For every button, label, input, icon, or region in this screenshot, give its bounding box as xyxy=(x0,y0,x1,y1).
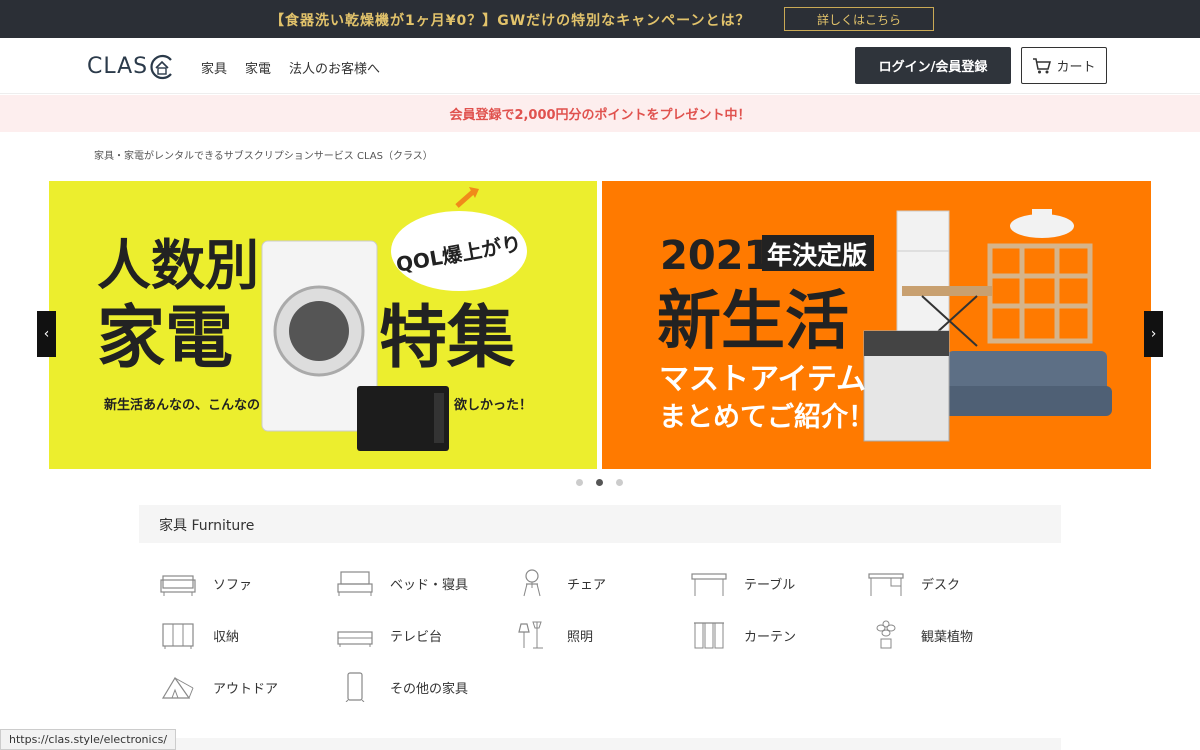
breadcrumb: 家具・家電がレンタルできるサブスクリプションサービス CLAS（クラス） xyxy=(94,151,433,162)
banner-new-life-items[interactable]: 2021 年決定版 新生活 マストアイテム まとめてご紹介！ xyxy=(602,181,1151,469)
carousel-dot-2[interactable] xyxy=(596,479,603,486)
next-section-header xyxy=(139,738,1061,750)
banner-left-sub-left: 新生活あんなの、こんなの xyxy=(104,397,260,413)
tent-icon xyxy=(161,676,194,699)
category-sofa[interactable]: ソファ xyxy=(159,568,252,598)
storage-icon xyxy=(162,623,194,649)
main-nav: 家具 家電 法人のお客様へ xyxy=(201,58,398,77)
category-label: カーテン xyxy=(744,629,797,645)
banner-right-year-suffix: 年決定版 xyxy=(767,241,867,270)
category-label: 照明 xyxy=(567,629,594,645)
nav-business[interactable]: 法人のお客様へ xyxy=(289,58,380,77)
mirror-icon xyxy=(345,672,365,702)
promo-detail-button[interactable]: 詳しくはこちら xyxy=(784,7,934,31)
banner-left-art: QOL爆上がり 人数別 家電 特集 新生活あんなの、こんなの 欲しかった！ xyxy=(97,187,532,451)
category-desk[interactable]: デスク xyxy=(867,568,960,598)
banner-right-year: 2021 xyxy=(660,233,771,279)
category-lighting[interactable]: 照明 xyxy=(513,620,593,650)
category-bed[interactable]: ベッド・寝具 xyxy=(336,568,468,598)
banner-appliances-by-household[interactable]: QOL爆上がり 人数別 家電 特集 新生活あんなの、こんなの 欲しかった！ xyxy=(49,181,597,469)
tv-stand-icon xyxy=(337,631,373,647)
logo-house-icon xyxy=(150,54,172,80)
banner-left-sub-right: 欲しかった！ xyxy=(453,397,532,413)
category-label: その他の家具 xyxy=(390,681,469,697)
category-label: アウトドア xyxy=(213,681,279,697)
banner-left-line1: 人数別 xyxy=(97,234,259,297)
curtain-icon xyxy=(694,622,724,649)
carousel-dot-1[interactable] xyxy=(576,479,583,486)
sofa-icon xyxy=(160,575,196,596)
browser-status-url: https://clas.style/electronics/ xyxy=(0,729,177,750)
category-label: テーブル xyxy=(744,577,796,593)
category-label: ベッド・寝具 xyxy=(390,577,469,593)
logo-text: CLAS xyxy=(87,54,149,79)
cart-label: カート xyxy=(1056,60,1096,75)
desk-icon xyxy=(868,573,904,596)
carousel-prev-button[interactable]: ‹ xyxy=(37,311,56,357)
category-label: デスク xyxy=(921,577,961,593)
lamp-icon xyxy=(518,621,543,649)
banner-right-sub2: まとめてご紹介！ xyxy=(659,401,875,433)
category-table[interactable]: テーブル xyxy=(690,568,795,598)
furniture-section-header: 家具 Furniture xyxy=(139,505,1061,543)
category-chair[interactable]: チェア xyxy=(513,568,606,598)
category-label: チェア xyxy=(567,577,607,593)
carousel-next-button[interactable]: › xyxy=(1144,311,1163,357)
cart-icon xyxy=(1033,57,1052,73)
promo-text: 【食器洗い乾燥機が1ヶ月¥0？】GWだけの特別なキャンペーンとは？ xyxy=(270,13,751,29)
category-other[interactable]: その他の家具 xyxy=(336,672,468,702)
promo-bar: 【食器洗い乾燥機が1ヶ月¥0？】GWだけの特別なキャンペーンとは？ 詳しくはこち… xyxy=(0,0,1200,38)
category-label: 収納 xyxy=(213,629,240,645)
carousel-dot-3[interactable] xyxy=(616,479,623,486)
site-header: CLAS 家具 家電 法人のお客様へ ログイン/会員登録 カート xyxy=(0,38,1200,94)
banner-right-title: 新生活 xyxy=(657,285,849,359)
signup-bonus-bar[interactable]: 会員登録で2,000円分のポイントをプレゼント中！ xyxy=(0,95,1200,132)
category-tv-stand[interactable]: テレビ台 xyxy=(336,620,442,650)
nav-electronics[interactable]: 家電 xyxy=(245,58,271,77)
nav-furniture[interactable]: 家具 xyxy=(201,58,227,77)
furniture-heading: 家具 Furniture xyxy=(159,518,255,534)
banner-right-art: 2021 年決定版 新生活 マストアイテム まとめてご紹介！ xyxy=(657,209,1112,442)
plant-icon xyxy=(876,620,896,649)
category-label: 観葉植物 xyxy=(921,629,974,645)
carousel-dots xyxy=(576,479,623,486)
banner-right-sub1: マストアイテム xyxy=(659,362,866,397)
login-register-button[interactable]: ログイン/会員登録 xyxy=(855,47,1011,84)
table-icon xyxy=(691,573,727,596)
cart-button[interactable]: カート xyxy=(1021,47,1107,84)
bed-icon xyxy=(337,571,373,596)
banner-left-line2b: 特集 xyxy=(379,299,515,378)
category-label: ソファ xyxy=(213,577,253,593)
category-plants[interactable]: 観葉植物 xyxy=(867,620,973,650)
chair-icon xyxy=(523,569,541,597)
category-label: テレビ台 xyxy=(390,629,443,645)
category-outdoor[interactable]: アウトドア xyxy=(159,672,278,702)
clas-logo[interactable]: CLAS xyxy=(87,50,177,82)
category-curtain[interactable]: カーテン xyxy=(690,620,796,650)
banner-left-line2a: 家電 xyxy=(97,299,233,378)
category-storage[interactable]: 収納 xyxy=(159,620,239,650)
